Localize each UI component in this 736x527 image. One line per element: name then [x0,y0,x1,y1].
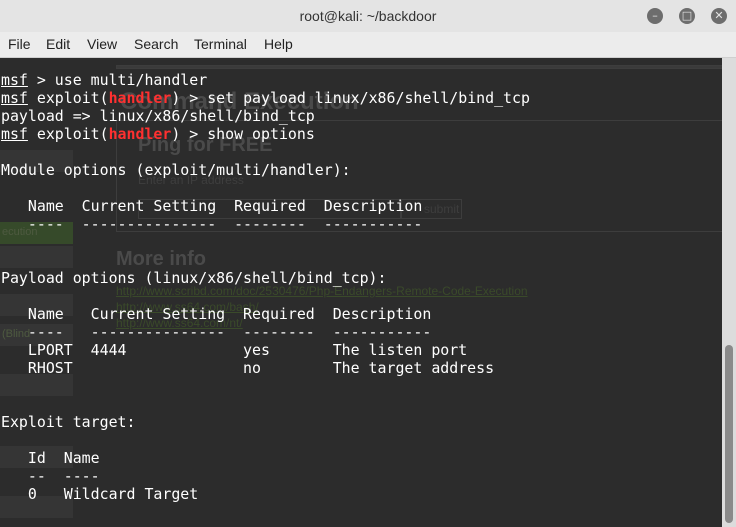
terminal-line: payload => linux/x86/shell/bind_tcp [1,107,315,125]
ghost-divider [116,65,722,69]
menu-terminal[interactable]: Terminal [194,32,247,57]
maximize-icon[interactable]: □ [679,8,695,24]
terminal-output: msf > use multi/handler msf exploit(handl… [1,71,530,503]
terminal-area[interactable]: Command Execution Ping for FREE Enter an… [0,58,722,527]
terminal-line: 0 Wildcard Target [1,485,199,503]
terminal-line: RHOST no The target address [1,359,495,377]
close-icon[interactable]: ✕ [711,8,727,24]
menu-help[interactable]: Help [264,32,293,57]
menu-view[interactable]: View [87,32,117,57]
scrollbar-thumb[interactable] [725,345,733,523]
terminal-line: Name Current Setting Required Descriptio… [1,305,432,323]
menu-search[interactable]: Search [134,32,178,57]
terminal-line: ---- --------------- -------- ----------… [1,323,432,341]
terminal-line: msf exploit(handler) > show options [1,125,315,143]
terminal-line: -- ---- [1,467,100,485]
window-title: root@kali: ~/backdoor [299,8,437,24]
menu-file[interactable]: File [8,32,31,57]
terminal-line: Payload options (linux/x86/shell/bind_tc… [1,269,387,287]
terminal-line: ---- --------------- -------- ----------… [1,215,423,233]
terminal-line: Id Name [1,449,100,467]
terminal-line: LPORT 4444 yes The listen port [1,341,468,359]
terminal-line: Module options (exploit/multi/handler): [1,161,351,179]
menu-edit[interactable]: Edit [46,32,70,57]
minimize-icon[interactable]: – [647,8,663,24]
terminal-line: msf > use multi/handler [1,71,208,89]
title-bar: root@kali: ~/backdoor – □ ✕ [0,0,736,33]
menu-bar: File Edit View Search Terminal Help [0,32,736,58]
terminal-line: Name Current Setting Required Descriptio… [1,197,423,215]
terminal-line: msf exploit(handler) > set payload linux… [1,89,530,107]
terminal-line: Exploit target: [1,413,136,431]
